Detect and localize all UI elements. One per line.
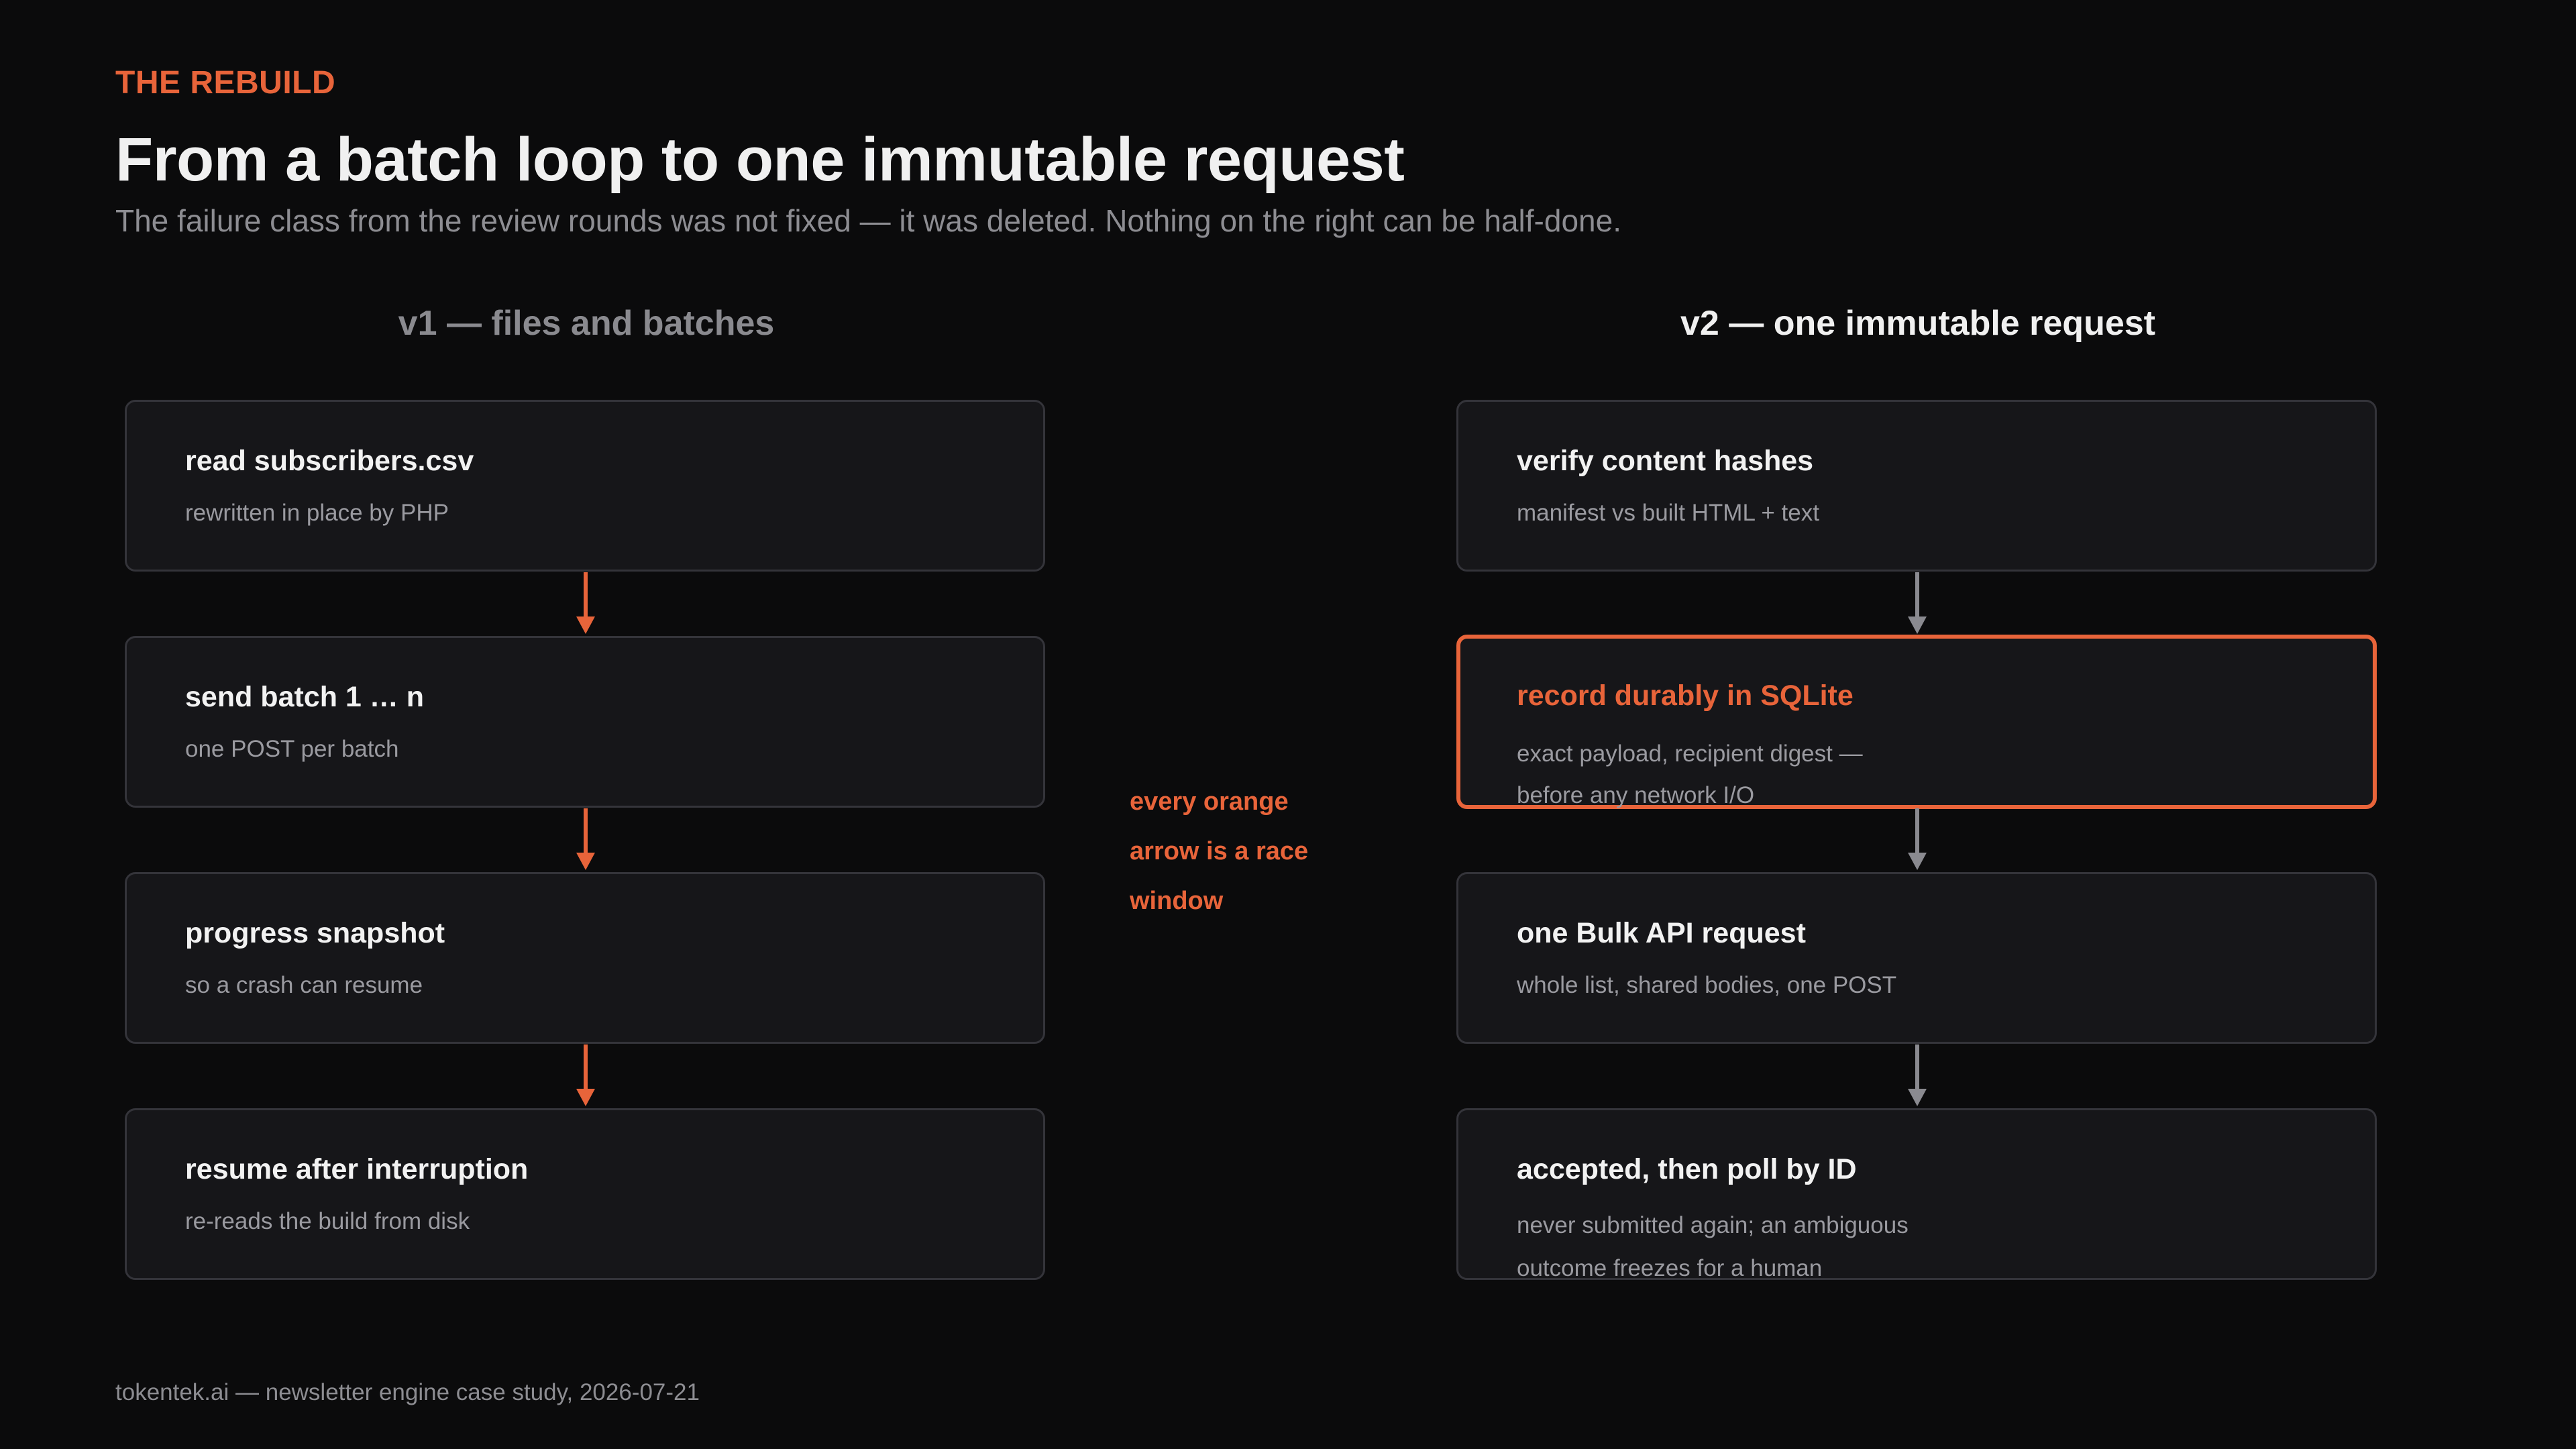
v1-orange-arrow-2 xyxy=(576,808,595,870)
page-title: From a batch loop to one immutable reque… xyxy=(115,125,1405,194)
step-title: verify content hashes xyxy=(1517,445,1814,477)
step-title: one Bulk API request xyxy=(1517,917,1806,949)
step-title: accepted, then poll by ID xyxy=(1517,1153,1857,1185)
step-description: so a crash can resume xyxy=(185,972,423,998)
v2-gray-arrow-1 xyxy=(1908,572,1927,634)
v1-step-resume: resume after interruption re-reads the b… xyxy=(125,1108,1045,1280)
v1-orange-arrow-1 xyxy=(576,572,595,634)
v2-gray-arrow-3 xyxy=(1908,1044,1927,1106)
eyebrow-label: THE REBUILD xyxy=(115,65,336,101)
v2-gray-arrow-2 xyxy=(1908,808,1927,870)
footer-credit: tokentek.ai — newsletter engine case stu… xyxy=(115,1379,700,1405)
v1-orange-arrow-3 xyxy=(576,1044,595,1106)
step-description: never submitted again; an ambiguous outc… xyxy=(1517,1212,1909,1281)
v2-step-record-sqlite: record durably in SQLite exact payload, … xyxy=(1456,635,2377,809)
v1-step-send-batch: send batch 1 … n one POST per batch xyxy=(125,636,1045,808)
v2-step-poll-by-id: accepted, then poll by ID never submitte… xyxy=(1456,1108,2377,1281)
step-description: manifest vs built HTML + text xyxy=(1517,500,1819,526)
step-description: whole list, shared bodies, one POST xyxy=(1517,972,1897,998)
step-title: resume after interruption xyxy=(185,1153,529,1185)
v1-column-heading: v1 — files and batches xyxy=(398,304,775,343)
step-title: record durably in SQLite xyxy=(1517,680,1854,712)
v1-step-progress-snapshot: progress snapshot so a crash can resume xyxy=(125,872,1045,1044)
step-title: read subscribers.csv xyxy=(185,445,474,477)
v1-step-read-subscribers: read subscribers.csv rewritten in place … xyxy=(125,400,1045,572)
step-title: progress snapshot xyxy=(185,917,445,949)
race-window-note: every orange arrow is a race window xyxy=(1130,788,1309,915)
v2-step-verify-hashes: verify content hashes manifest vs built … xyxy=(1456,400,2377,572)
v2-column-heading: v2 — one immutable request xyxy=(1680,304,2155,343)
step-title: send batch 1 … n xyxy=(185,681,425,713)
step-description: one POST per batch xyxy=(185,736,399,762)
step-description: re-reads the build from disk xyxy=(185,1208,470,1234)
step-description: rewritten in place by PHP xyxy=(185,500,449,526)
page-subtitle: The failure class from the review rounds… xyxy=(115,203,1621,238)
step-description: exact payload, recipient digest — before… xyxy=(1517,741,1863,808)
v2-step-bulk-api: one Bulk API request whole list, shared … xyxy=(1456,872,2377,1044)
